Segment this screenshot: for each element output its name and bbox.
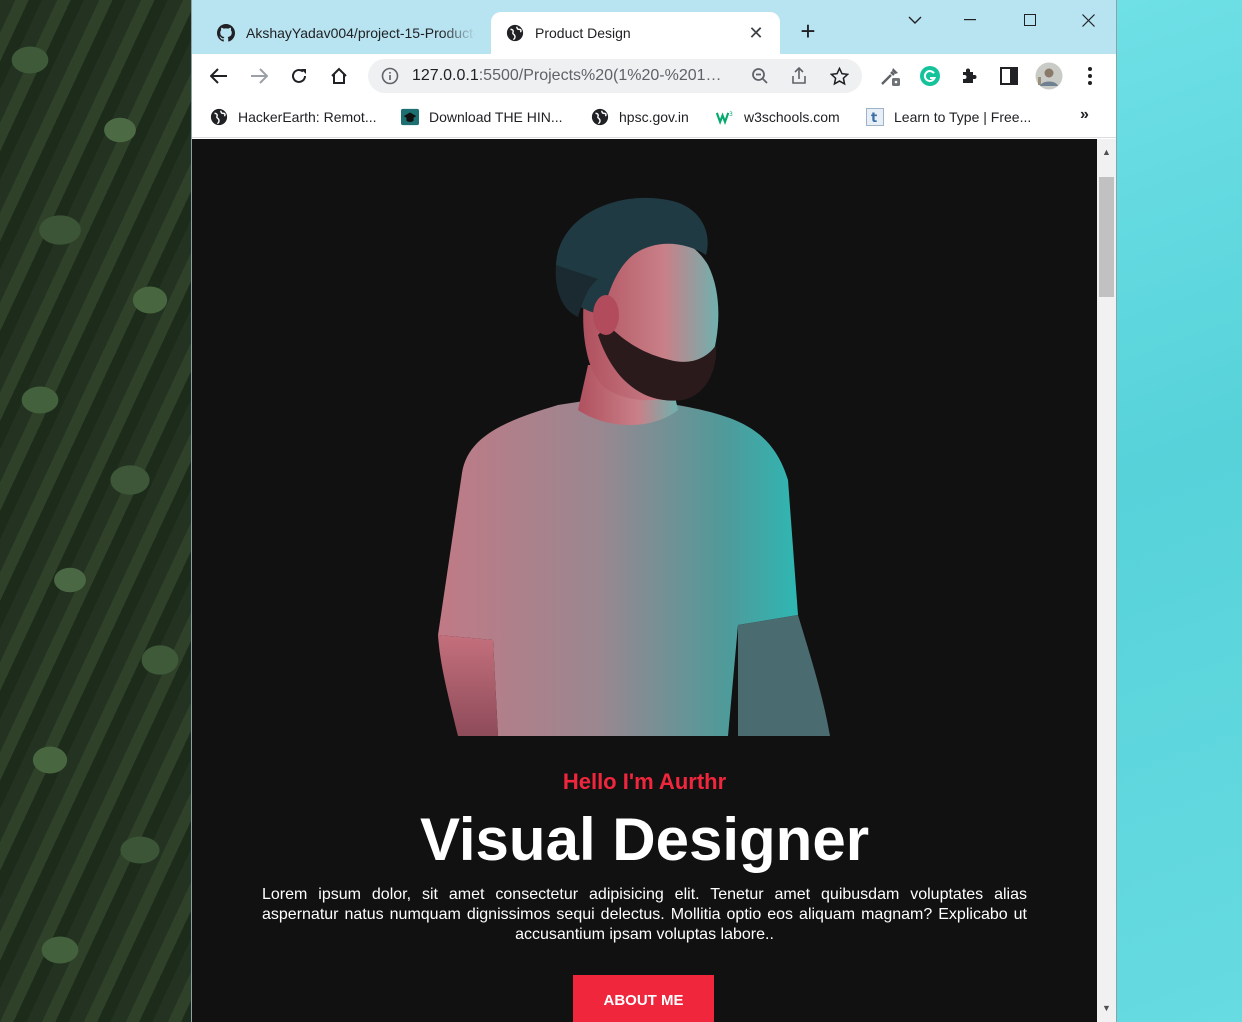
side-panel-icon[interactable] bbox=[997, 64, 1021, 88]
bookmark-star-icon[interactable] bbox=[829, 66, 849, 86]
vertical-scrollbar[interactable]: ▲ ▼ bbox=[1097, 139, 1116, 1022]
bookmark-learn-to-type[interactable]: t Learn to Type | Free... bbox=[866, 106, 1031, 128]
about-me-button[interactable]: ABOUT ME bbox=[573, 975, 714, 1022]
bookmark-hpsc[interactable]: hpsc.gov.in bbox=[591, 106, 689, 128]
scroll-up-arrow-icon[interactable]: ▲ bbox=[1101, 147, 1112, 157]
bookmark-hackerearth[interactable]: HackerEarth: Remot... bbox=[210, 106, 377, 128]
desktop-wallpaper-forest bbox=[0, 0, 191, 1022]
w3schools-icon: 3 bbox=[716, 108, 734, 126]
tab-search-chevron-icon[interactable] bbox=[900, 8, 930, 32]
tab-product-design[interactable]: Product Design ✕ bbox=[491, 12, 780, 54]
graduation-cap-icon bbox=[401, 108, 419, 126]
browser-toolbar: 127.0.0.1:5500/Projects%20(1%20-%201… bbox=[192, 54, 1116, 98]
eyedropper-extension-icon[interactable] bbox=[878, 64, 902, 88]
bookmarks-overflow-chevron[interactable]: » bbox=[1080, 106, 1089, 124]
url-text: 127.0.0.1:5500/Projects%20(1%20-%201… bbox=[412, 67, 742, 85]
bookmark-w3schools[interactable]: 3 w3schools.com bbox=[716, 106, 840, 128]
hero-portrait-image bbox=[438, 197, 830, 736]
close-tab-icon[interactable]: ✕ bbox=[746, 23, 766, 43]
zoom-icon[interactable] bbox=[750, 66, 770, 86]
bookmark-download-the-hindu[interactable]: Download THE HIN... bbox=[401, 106, 563, 128]
bookmark-label: Learn to Type | Free... bbox=[894, 109, 1032, 125]
url-host: 127.0.0.1 bbox=[412, 67, 479, 84]
tab-title: Product Design bbox=[535, 25, 631, 41]
scroll-down-arrow-icon[interactable]: ▼ bbox=[1101, 1003, 1112, 1013]
page-viewport: Hello I'm Aurthr Visual Designer Lorem i… bbox=[192, 139, 1097, 1022]
globe-icon bbox=[591, 108, 609, 126]
back-arrow-icon[interactable] bbox=[205, 62, 233, 90]
globe-icon bbox=[210, 108, 228, 126]
svg-text:3: 3 bbox=[729, 112, 733, 118]
bookmark-label: HackerEarth: Remot... bbox=[238, 109, 377, 125]
tab-title: AkshayYadav004/project-15-Product-Design bbox=[246, 25, 476, 41]
svg-text:t: t bbox=[871, 111, 877, 126]
browser-window: AkshayYadav004/project-15-Product-Design… bbox=[191, 0, 1117, 1022]
reload-icon[interactable] bbox=[285, 62, 313, 90]
scrollbar-thumb[interactable] bbox=[1099, 177, 1114, 297]
bookmark-label: hpsc.gov.in bbox=[619, 109, 689, 125]
greeting-text: Hello I'm Aurthr bbox=[562, 769, 727, 794]
menu-kebab-icon[interactable] bbox=[1078, 64, 1102, 88]
url-path: :5500/Projects%20(1%20-%201… bbox=[478, 67, 722, 84]
hero-headline: Visual Designer bbox=[419, 806, 870, 873]
site-info-icon[interactable] bbox=[380, 66, 400, 86]
bookmark-label: Download THE HIN... bbox=[429, 109, 563, 125]
new-tab-button[interactable]: + bbox=[796, 18, 820, 44]
intro-paragraph: Lorem ipsum dolor, sit amet consectetur … bbox=[262, 886, 1027, 943]
forward-arrow-icon[interactable] bbox=[245, 62, 273, 90]
extensions-puzzle-icon[interactable] bbox=[957, 64, 981, 88]
maximize-button[interactable] bbox=[1015, 8, 1045, 32]
desktop-wallpaper-water bbox=[1117, 0, 1242, 1022]
bookmarks-bar: HackerEarth: Remot... Download THE HIN..… bbox=[192, 98, 1116, 138]
profile-avatar[interactable] bbox=[1035, 62, 1063, 90]
tab-github[interactable]: AkshayYadav004/project-15-Product-Design bbox=[206, 12, 488, 54]
minimize-button[interactable] bbox=[955, 8, 985, 32]
tab-strip: AkshayYadav004/project-15-Product-Design… bbox=[192, 0, 1116, 54]
bookmark-label: w3schools.com bbox=[744, 109, 840, 125]
typing-icon: t bbox=[866, 108, 884, 126]
grammarly-extension-icon[interactable] bbox=[918, 64, 942, 88]
address-bar[interactable]: 127.0.0.1:5500/Projects%20(1%20-%201… bbox=[368, 59, 862, 93]
close-window-button[interactable] bbox=[1073, 8, 1103, 32]
github-icon bbox=[216, 23, 236, 43]
globe-icon bbox=[505, 23, 525, 43]
share-icon[interactable] bbox=[789, 66, 809, 86]
home-icon[interactable] bbox=[325, 62, 353, 90]
